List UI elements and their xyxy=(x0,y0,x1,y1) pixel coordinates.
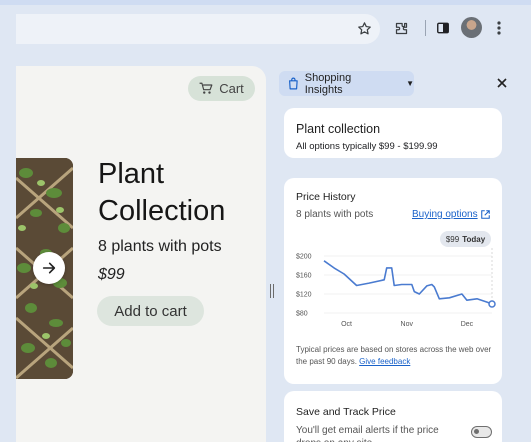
track-price-toggle[interactable] xyxy=(471,426,492,438)
cart-label: Cart xyxy=(219,81,244,96)
chart-x-tick-label: Dec xyxy=(461,321,474,328)
star-icon[interactable] xyxy=(351,15,377,41)
price-history-card: Price History 8 plants with pots Buying … xyxy=(284,178,502,384)
today-label: Today xyxy=(462,234,486,244)
buying-options-label: Buying options xyxy=(412,209,478,220)
today-price-chip: $99 Today xyxy=(440,231,491,247)
avatar[interactable] xyxy=(461,17,482,38)
give-feedback-link[interactable]: Give feedback xyxy=(359,357,410,366)
next-image-button[interactable] xyxy=(33,252,65,284)
product-title: Plant Collection xyxy=(98,158,226,227)
cart-button[interactable]: Cart xyxy=(188,76,255,101)
side-panel-icon[interactable] xyxy=(430,15,456,41)
side-panel: Shopping Insights ▼ Plant collection All… xyxy=(276,62,531,442)
shopping-bag-icon xyxy=(289,77,298,90)
extensions-icon[interactable] xyxy=(388,15,414,41)
buying-options-link[interactable]: Buying options xyxy=(412,209,490,220)
today-price: $99 xyxy=(445,234,460,244)
product-price: $99 xyxy=(98,266,125,283)
chart-y-tick-label: $160 xyxy=(296,273,312,280)
track-price-card: Save and Track Price You'll get email al… xyxy=(284,391,502,442)
arrow-right-icon xyxy=(42,262,56,274)
chart-y-tick-label: $80 xyxy=(296,311,308,318)
chart-y-tick-label: $120 xyxy=(296,292,312,299)
chart-y-tick-label: $200 xyxy=(296,254,312,261)
shopping-insights-label: Shopping Insights xyxy=(304,71,352,96)
chart-x-tick-label: Oct xyxy=(341,321,352,328)
add-to-cart-button[interactable]: Add to cart xyxy=(97,296,204,326)
price-history-chart: $200 $160 $120 $80 Oct Nov Dec xyxy=(296,248,496,328)
price-history-note: Typical prices are based on stores acros… xyxy=(296,344,496,368)
browser-toolbar xyxy=(0,5,531,44)
product-subtitle: 8 plants with pots xyxy=(98,238,222,255)
summary-subtitle: All options typically $99 - $199.99 xyxy=(296,141,438,152)
panel-resize-handle[interactable] xyxy=(270,284,274,298)
track-price-subtitle: You'll get email alerts if the price dro… xyxy=(296,425,439,442)
shopping-insights-dropdown[interactable]: Shopping Insights ▼ xyxy=(279,71,414,96)
more-vert-icon[interactable] xyxy=(486,15,512,41)
caret-down-icon: ▼ xyxy=(406,79,414,88)
toggle-knob xyxy=(474,429,479,434)
summary-card: Plant collection All options typically $… xyxy=(284,108,502,158)
toolbar-divider xyxy=(425,20,426,36)
close-icon[interactable] xyxy=(494,75,510,91)
cart-icon xyxy=(199,82,213,94)
product-page: Cart Plant Collection 8 plants with pots… xyxy=(16,66,266,442)
address-bar[interactable] xyxy=(16,14,380,44)
chart-x-tick-label: Nov xyxy=(401,321,414,328)
price-history-subtitle: 8 plants with pots xyxy=(296,209,374,220)
today-price-point xyxy=(488,300,496,308)
price-history-title: Price History xyxy=(296,191,356,203)
price-line xyxy=(323,260,493,305)
open-in-new-icon xyxy=(480,210,490,219)
track-price-title: Save and Track Price xyxy=(296,406,396,418)
summary-title: Plant collection xyxy=(296,122,381,136)
